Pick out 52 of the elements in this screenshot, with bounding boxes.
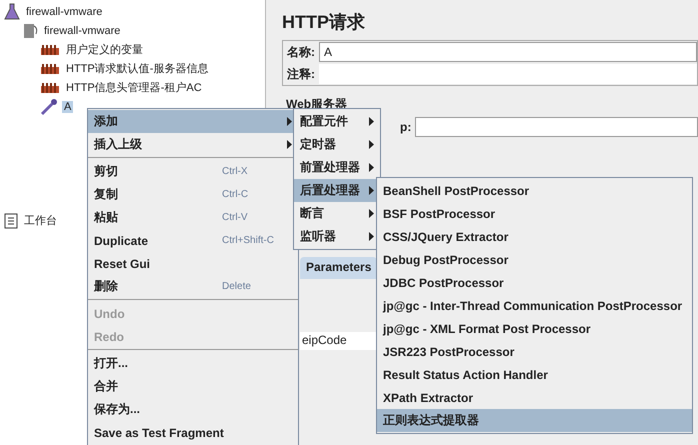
menu-item[interactable]: 保存为... (88, 398, 298, 421)
menu-item[interactable]: Save as Test Fragment (88, 421, 298, 444)
menu-item[interactable]: 前置处理器 (294, 156, 380, 179)
tree-item[interactable]: firewall-vmware (24, 6, 104, 18)
menu-item[interactable]: XPath Extractor (377, 386, 692, 409)
submenu-arrow-icon (369, 232, 374, 241)
field-label: 注释: (287, 66, 315, 82)
comment-field[interactable] (319, 64, 697, 84)
menu-item[interactable]: Debug PostProcessor (377, 248, 692, 271)
tree-item[interactable]: firewall-vmware (42, 24, 122, 36)
menu-item[interactable]: CSS/JQuery Extractor (377, 225, 692, 248)
menu-item[interactable]: JSR223 PostProcessor (377, 340, 692, 363)
submenu-arrow-icon (369, 117, 374, 126)
menu-item[interactable]: Reset Gui (88, 252, 298, 275)
clipboard-icon (4, 212, 18, 228)
ip-field[interactable] (415, 117, 698, 137)
submenu-arrow-icon (369, 140, 374, 149)
panel-title: HTTP请求 (282, 11, 366, 34)
tree-item[interactable]: 用户定义的变量 (64, 42, 145, 57)
menu-item[interactable]: JDBC PostProcessor (377, 271, 692, 294)
menu-item[interactable]: 正则表达式提取器 (377, 409, 692, 432)
submenu-arrow-icon (369, 209, 374, 218)
tree-item[interactable]: HTTP信息头管理器-租户AC (64, 80, 204, 95)
menu-item[interactable]: 合并 (88, 375, 298, 398)
menu-item[interactable]: jp@gc - Inter-Thread Communication PostProcessor (377, 294, 692, 317)
menu-item[interactable]: Result Status Action Handler (377, 363, 692, 386)
name-field[interactable]: A (319, 42, 697, 62)
submenu-arrow-icon (369, 186, 374, 195)
tree-item[interactable]: A (62, 100, 74, 112)
field-label: 名称: (287, 44, 315, 60)
menu-item[interactable]: jp@gc - XML Format Post Processor (377, 317, 692, 340)
pipette-icon (40, 98, 58, 116)
tree-item[interactable]: HTTP请求默认值-服务器信息 (64, 61, 210, 76)
submenu-arrow-icon (369, 163, 374, 172)
menu-item[interactable]: BeanShell PostProcessor (377, 179, 692, 202)
menu-item[interactable]: 打开... (88, 352, 298, 375)
flask-icon (4, 2, 20, 20)
config-blocks-icon (40, 42, 60, 56)
tree-item[interactable]: 工作台 (22, 213, 59, 228)
menu-item[interactable]: BSF PostProcessor (377, 202, 692, 225)
menu-item[interactable]: 监听器 (294, 225, 380, 248)
config-blocks-icon (40, 62, 60, 76)
table-cell: eipCode (300, 332, 376, 350)
menu-item[interactable]: 定时器 (294, 133, 380, 156)
menu-item[interactable]: 断言 (294, 202, 380, 225)
field-label: p: (400, 120, 412, 134)
submenu-arrow-icon (287, 140, 292, 149)
spool-icon (22, 22, 38, 40)
menu-item[interactable]: 删除 Delete (88, 275, 298, 298)
config-blocks-icon (40, 80, 60, 94)
submenu-arrow-icon (287, 117, 292, 126)
parameters-tab[interactable]: Parameters (300, 257, 378, 279)
